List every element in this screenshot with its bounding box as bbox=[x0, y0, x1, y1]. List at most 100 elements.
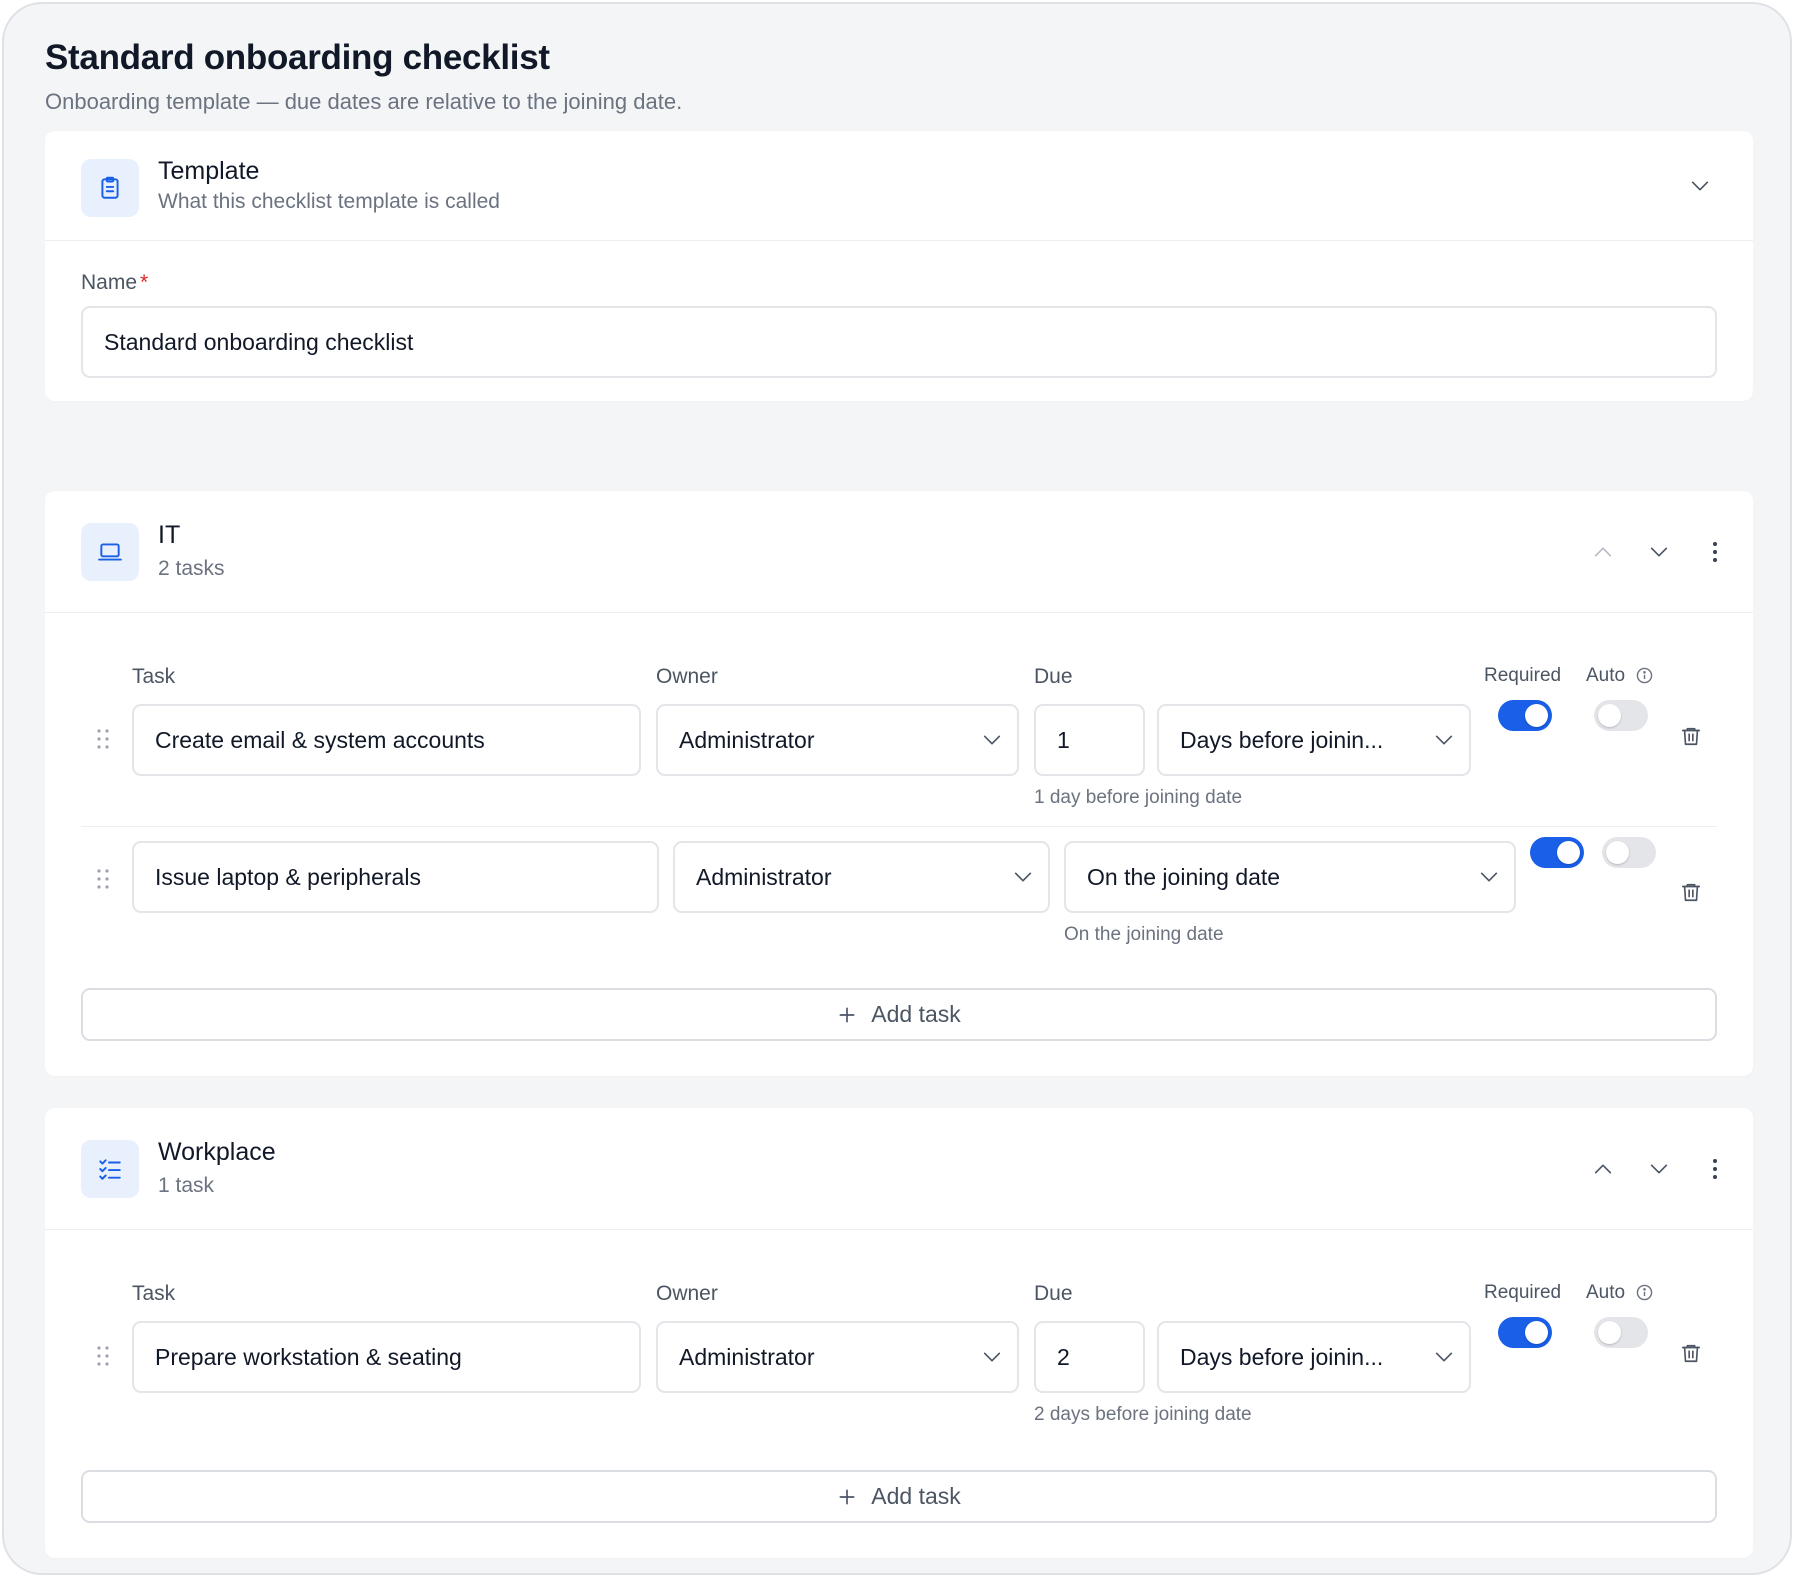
section-title-it: IT bbox=[158, 521, 181, 549]
collapse-template-button[interactable] bbox=[1680, 166, 1720, 206]
owner-select[interactable]: Administrator bbox=[656, 1321, 1019, 1393]
section-title-workplace: Workplace bbox=[158, 1138, 276, 1166]
plus-icon bbox=[839, 1489, 855, 1504]
section-more-button[interactable] bbox=[1695, 532, 1735, 572]
template-name-value: Standard onboarding checklist bbox=[104, 328, 414, 355]
task-name-value: Prepare workstation & seating bbox=[155, 1343, 462, 1370]
section-more-button[interactable] bbox=[1695, 1149, 1735, 1189]
page-title: Standard onboarding checklist bbox=[45, 38, 550, 77]
chevron-down-icon bbox=[1650, 1164, 1668, 1174]
column-task: Task bbox=[132, 665, 176, 688]
owner-value: Administrator bbox=[696, 863, 832, 890]
chevron-down-icon bbox=[1650, 547, 1668, 557]
plus-icon bbox=[839, 1007, 855, 1022]
due-days-input[interactable]: 2 bbox=[1034, 1321, 1145, 1393]
add-task-button[interactable]: Add task bbox=[81, 988, 1717, 1041]
task-name-input[interactable]: Prepare workstation & seating bbox=[132, 1321, 641, 1393]
checklist-icon bbox=[81, 1140, 139, 1198]
name-label-text: Name bbox=[81, 271, 138, 294]
column-due: Due bbox=[1034, 1282, 1073, 1305]
chevron-down-icon bbox=[1433, 729, 1455, 751]
chevron-down-icon bbox=[981, 1346, 1003, 1368]
laptop-icon bbox=[81, 523, 139, 581]
add-task-label: Add task bbox=[871, 1483, 961, 1509]
due-days-input[interactable]: 1 bbox=[1034, 704, 1145, 776]
required-toggle[interactable] bbox=[1530, 837, 1584, 868]
clipboard-icon bbox=[81, 159, 139, 217]
column-auto: Auto bbox=[1586, 665, 1653, 687]
due-relation-select[interactable]: On the joining date bbox=[1064, 841, 1516, 913]
due-relation-select[interactable]: Days before joinin... bbox=[1157, 1321, 1471, 1393]
template-card-title: Template bbox=[158, 157, 260, 185]
column-auto: Auto bbox=[1586, 1282, 1653, 1304]
task-name-input[interactable]: Issue laptop & peripherals bbox=[132, 841, 659, 913]
chevron-down-icon bbox=[1478, 866, 1500, 888]
app-frame: Standard onboarding checklist Onboarding… bbox=[2, 2, 1792, 1575]
delete-task-icon[interactable] bbox=[1680, 880, 1704, 906]
auto-label: Auto bbox=[1586, 1282, 1626, 1303]
task-name-value: Issue laptop & peripherals bbox=[155, 863, 421, 890]
row-divider bbox=[81, 826, 1717, 827]
due-relation-select[interactable]: Days before joinin... bbox=[1157, 704, 1471, 776]
delete-task-icon[interactable] bbox=[1680, 1341, 1704, 1367]
section-header-it: IT 2 tasks bbox=[45, 491, 1753, 613]
info-icon[interactable] bbox=[1636, 1284, 1653, 1301]
template-name-input[interactable]: Standard onboarding checklist bbox=[81, 306, 1717, 378]
task-name-input[interactable]: Create email & system accounts bbox=[132, 704, 641, 776]
column-required: Required bbox=[1484, 1282, 1562, 1303]
template-card: Template What this checklist template is… bbox=[45, 131, 1753, 401]
move-up-button[interactable] bbox=[1583, 532, 1623, 572]
due-hint: 1 day before joining date bbox=[1034, 787, 1243, 808]
auto-toggle[interactable] bbox=[1602, 837, 1656, 868]
chevron-up-icon bbox=[1594, 1164, 1612, 1174]
column-task: Task bbox=[132, 1282, 176, 1305]
template-card-header[interactable]: Template What this checklist template is… bbox=[45, 131, 1753, 241]
info-icon[interactable] bbox=[1636, 667, 1653, 684]
more-vertical-icon bbox=[1713, 542, 1717, 562]
auto-label: Auto bbox=[1586, 665, 1626, 686]
section-count-it: 2 tasks bbox=[158, 557, 225, 580]
chevron-down-icon bbox=[1433, 1346, 1455, 1368]
due-relation-value: Days before joinin... bbox=[1180, 726, 1384, 753]
delete-task-icon[interactable] bbox=[1680, 724, 1704, 750]
due-hint: On the joining date bbox=[1064, 924, 1224, 945]
auto-toggle[interactable] bbox=[1594, 1317, 1648, 1348]
move-down-button[interactable] bbox=[1639, 532, 1679, 572]
add-task-button[interactable]: Add task bbox=[81, 1470, 1717, 1523]
move-down-button[interactable] bbox=[1639, 1149, 1679, 1189]
column-due: Due bbox=[1034, 665, 1073, 688]
section-card-it: IT 2 tasks Task Owner Due Required Auto … bbox=[45, 491, 1753, 1076]
move-up-button[interactable] bbox=[1583, 1149, 1623, 1189]
chevron-up-icon bbox=[1594, 547, 1612, 557]
auto-toggle[interactable] bbox=[1594, 700, 1648, 731]
chevron-down-icon bbox=[1691, 181, 1709, 191]
due-relation-value: Days before joinin... bbox=[1180, 1343, 1384, 1370]
page-subtitle: Onboarding template — due dates are rela… bbox=[45, 89, 683, 114]
add-task-label: Add task bbox=[871, 1001, 961, 1027]
name-field-label: Name * bbox=[81, 271, 148, 295]
drag-handle-icon[interactable] bbox=[93, 1344, 113, 1368]
due-relation-value: On the joining date bbox=[1087, 863, 1281, 890]
required-toggle[interactable] bbox=[1498, 700, 1552, 731]
section-header-workplace: Workplace 1 task bbox=[45, 1108, 1753, 1230]
due-hint: 2 days before joining date bbox=[1034, 1404, 1252, 1425]
column-required: Required bbox=[1484, 665, 1562, 686]
owner-select[interactable]: Administrator bbox=[673, 841, 1050, 913]
owner-select[interactable]: Administrator bbox=[656, 704, 1019, 776]
chevron-down-icon bbox=[1012, 866, 1034, 888]
task-name-value: Create email & system accounts bbox=[155, 726, 485, 753]
column-owner: Owner bbox=[656, 665, 718, 688]
template-card-subtitle: What this checklist template is called bbox=[158, 190, 500, 213]
drag-handle-icon[interactable] bbox=[93, 727, 113, 751]
due-days-value: 1 bbox=[1057, 726, 1070, 753]
chevron-down-icon bbox=[981, 729, 1003, 751]
column-owner: Owner bbox=[656, 1282, 718, 1305]
more-vertical-icon bbox=[1713, 1159, 1717, 1179]
owner-value: Administrator bbox=[679, 1343, 815, 1370]
required-marker: * bbox=[140, 271, 149, 294]
owner-value: Administrator bbox=[679, 726, 815, 753]
section-count-workplace: 1 task bbox=[158, 1174, 215, 1197]
required-toggle[interactable] bbox=[1498, 1317, 1552, 1348]
drag-handle-icon[interactable] bbox=[93, 867, 113, 891]
due-days-value: 2 bbox=[1057, 1343, 1070, 1370]
